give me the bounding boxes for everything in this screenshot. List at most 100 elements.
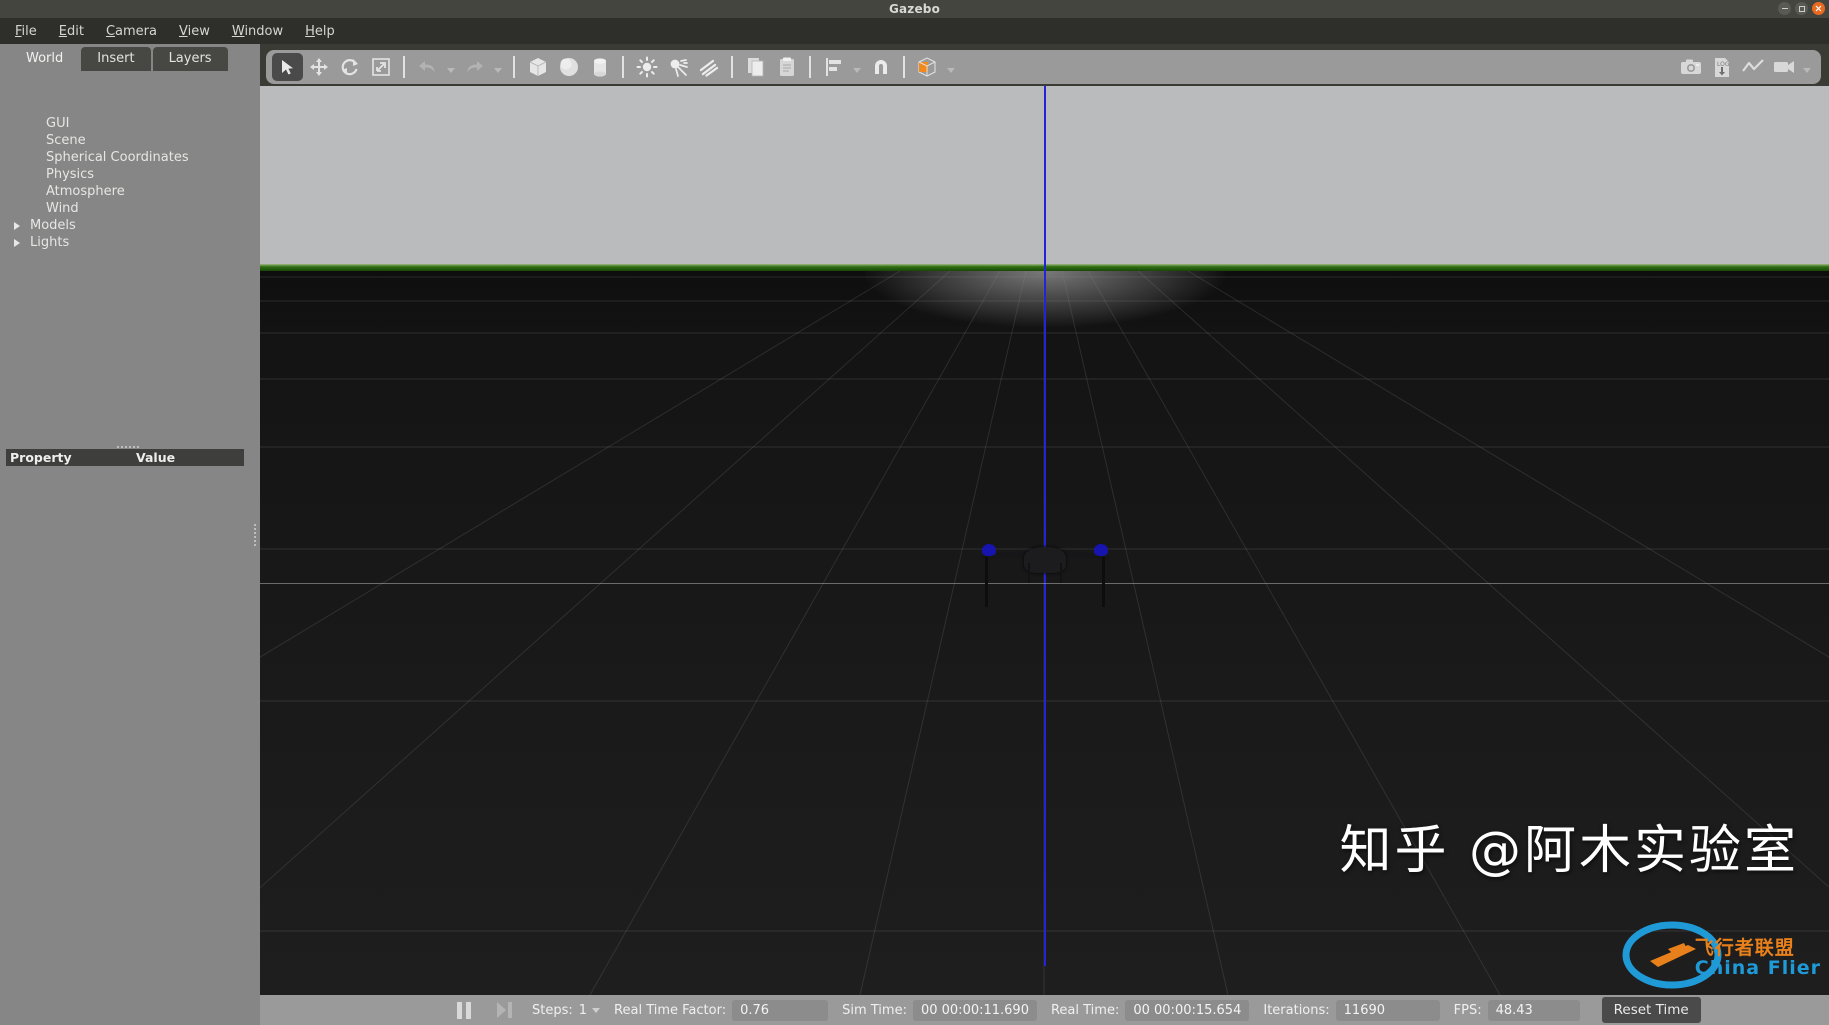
expand-arrow-icon[interactable] xyxy=(14,238,30,247)
tree-item-scene[interactable]: Scene xyxy=(0,132,256,149)
tree-item-label: GUI xyxy=(46,116,70,131)
tree-item-label: Models xyxy=(30,218,76,233)
copy-icon[interactable] xyxy=(740,53,771,81)
menu-camera[interactable]: Camera xyxy=(95,21,168,42)
main-vertical-splitter[interactable] xyxy=(250,44,260,1025)
tree-item-gui[interactable]: GUI xyxy=(0,115,256,132)
undo-dropdown-icon[interactable] xyxy=(443,53,459,81)
menu-file[interactable]: File xyxy=(4,21,48,42)
spot-light-icon[interactable] xyxy=(662,53,693,81)
real-time-factor-field: Real Time Factor: 0.76 xyxy=(600,999,829,1021)
render-viewport[interactable]: 知乎 @阿木实验室 飞行者联盟 China Flier xyxy=(260,86,1829,995)
align-icon[interactable] xyxy=(818,53,849,81)
real-time-factor-value: 0.76 xyxy=(732,999,829,1021)
column-header-property: Property xyxy=(10,450,72,465)
tree-item-label: Atmosphere xyxy=(46,184,125,199)
fps-value: 48.43 xyxy=(1487,999,1580,1021)
window-controls xyxy=(1778,2,1825,15)
snap-icon[interactable] xyxy=(865,53,896,81)
sim-time-field: Sim Time: 00 00:00:11.690 xyxy=(828,999,1037,1021)
paste-icon[interactable] xyxy=(771,53,802,81)
menu-edit[interactable]: Edit xyxy=(48,21,95,42)
drone-strut-right xyxy=(1059,563,1062,583)
menu-view[interactable]: View xyxy=(168,21,221,42)
cylinder-icon[interactable] xyxy=(584,53,615,81)
translate-mode-icon[interactable] xyxy=(303,53,334,81)
tab-world[interactable]: World xyxy=(10,47,80,71)
fps-field: FPS: 48.43 xyxy=(1440,999,1580,1021)
expand-arrow-icon[interactable] xyxy=(14,221,30,230)
close-icon xyxy=(1815,5,1822,12)
menu-window[interactable]: Window xyxy=(221,21,294,42)
tree-item-label: Physics xyxy=(46,167,95,182)
real-time-value: 00 00:00:15.654 xyxy=(1125,999,1250,1021)
drone-propeller-right xyxy=(1093,544,1108,556)
reset-time-button[interactable]: Reset Time xyxy=(1601,997,1701,1023)
panel-tabs: World Insert Layers xyxy=(0,44,256,71)
quadcopter-drone-model[interactable] xyxy=(979,541,1110,621)
point-light-icon[interactable] xyxy=(631,53,662,81)
redo-dropdown-icon[interactable] xyxy=(490,53,506,81)
logo-en-text: China Flier xyxy=(1694,957,1821,980)
select-mode-icon[interactable] xyxy=(272,53,303,81)
drone-leg-right xyxy=(1101,557,1105,607)
tree-item-models[interactable]: Models xyxy=(0,217,256,234)
menu-help[interactable]: Help xyxy=(294,21,346,42)
fps-label: FPS: xyxy=(1453,1002,1482,1018)
toolbar-separator xyxy=(809,56,811,78)
align-dropdown-icon[interactable] xyxy=(849,53,865,81)
pause-button[interactable] xyxy=(450,999,478,1021)
record-video-dropdown-icon[interactable] xyxy=(1799,53,1815,81)
splitter-grip-icon xyxy=(117,446,139,448)
column-header-value: Value xyxy=(136,450,176,465)
tree-item-lights[interactable]: Lights xyxy=(0,234,256,251)
directional-light-icon[interactable] xyxy=(693,53,724,81)
view-mode-dropdown-icon[interactable] xyxy=(943,53,959,81)
record-video-icon[interactable] xyxy=(1768,53,1799,81)
splitter-grip-icon xyxy=(254,523,256,546)
drone-leg-left xyxy=(984,557,988,607)
steps-label: Steps: xyxy=(532,1002,573,1018)
close-button[interactable] xyxy=(1812,2,1825,15)
log-download-icon[interactable]: LOG xyxy=(1706,53,1737,81)
real-time-label: Real Time: xyxy=(1050,1002,1120,1018)
tab-insert[interactable]: Insert xyxy=(81,47,151,71)
iterations-value: 11690 xyxy=(1335,999,1440,1021)
tree-item-atmosphere[interactable]: Atmosphere xyxy=(0,183,256,200)
steps-value: 1 xyxy=(578,1002,588,1018)
z-axis-line xyxy=(1043,86,1046,966)
minimize-button[interactable] xyxy=(1778,2,1791,15)
menu-bar: File Edit Camera View Window Help xyxy=(0,18,1829,44)
screenshot-icon[interactable] xyxy=(1675,53,1706,81)
maximize-button[interactable] xyxy=(1795,2,1808,15)
redo-icon[interactable] xyxy=(459,53,490,81)
view-mode-icon[interactable] xyxy=(912,53,943,81)
iterations-label: Iterations: xyxy=(1263,1002,1330,1018)
tree-item-label: Scene xyxy=(46,133,86,148)
tree-item-label: Spherical Coordinates xyxy=(46,150,189,165)
tab-layers[interactable]: Layers xyxy=(152,47,228,71)
undo-icon[interactable] xyxy=(412,53,443,81)
watermark-text: 知乎 @阿木实验室 xyxy=(1339,821,1799,881)
real-time-field: Real Time: 00 00:00:15.654 xyxy=(1037,999,1250,1021)
real-time-factor-label: Real Time Factor: xyxy=(614,1002,727,1018)
sphere-icon[interactable] xyxy=(553,53,584,81)
rotate-mode-icon[interactable] xyxy=(334,53,365,81)
property-table-header: Property Value xyxy=(6,449,244,466)
box-icon[interactable] xyxy=(522,53,553,81)
main-toolbar: LOG xyxy=(266,50,1821,84)
plot-icon[interactable] xyxy=(1737,53,1768,81)
tree-item-label: Wind xyxy=(46,201,79,216)
tree-item-physics[interactable]: Physics xyxy=(0,166,256,183)
tree-item-wind[interactable]: Wind xyxy=(0,200,256,217)
scale-mode-icon[interactable] xyxy=(365,53,396,81)
toolbar-right-group: LOG xyxy=(1675,53,1815,81)
toolbar-separator xyxy=(403,56,405,78)
step-button[interactable] xyxy=(490,999,518,1021)
steps-dropdown-icon[interactable] xyxy=(592,1007,601,1013)
logo-cn-text: 飞行者联盟 xyxy=(1694,937,1795,960)
svg-text:LOG: LOG xyxy=(1717,61,1730,68)
iterations-field: Iterations: 11690 xyxy=(1249,999,1440,1021)
tree-item-spherical-coordinates[interactable]: Spherical Coordinates xyxy=(0,149,256,166)
steps-field[interactable]: Steps: 1 xyxy=(518,1002,601,1018)
